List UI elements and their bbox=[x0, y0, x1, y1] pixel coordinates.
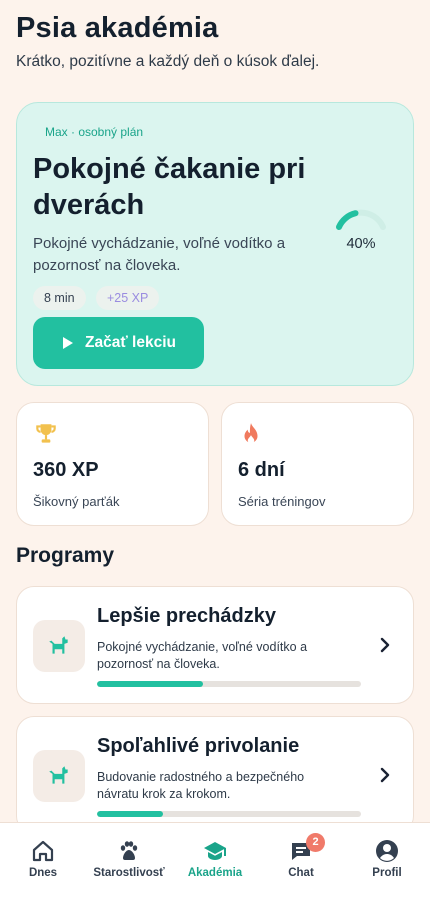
duration-chip: 8 min bbox=[33, 286, 86, 310]
chat-unread-badge: 2 bbox=[306, 833, 325, 852]
start-lesson-button[interactable]: Začať lekciu bbox=[33, 317, 204, 369]
progress-gauge bbox=[336, 209, 386, 230]
trophy-icon bbox=[36, 424, 56, 443]
program-card[interactable]: Lepšie prechádzky Pokojné vychádzanie, v… bbox=[16, 586, 414, 704]
chevron-right-icon bbox=[380, 637, 390, 653]
program-card[interactable]: Spoľahlivé privolanie Budovanie radostné… bbox=[16, 716, 414, 834]
program-icon-box bbox=[33, 750, 85, 802]
program-progress-track bbox=[97, 811, 361, 817]
play-icon bbox=[63, 337, 73, 349]
xp-stat-card: 360 XP Šikovný parťák bbox=[16, 402, 209, 526]
tab-dnes[interactable]: Dnes bbox=[0, 823, 86, 900]
tab-starostlivost[interactable]: Starostlivosť bbox=[86, 823, 172, 900]
tab-profil[interactable]: Profil bbox=[344, 823, 430, 900]
xp-label: Šikovný parťák bbox=[33, 494, 120, 509]
program-title: Lepšie prechádzky bbox=[97, 605, 276, 627]
hero-lesson-card: Max · osobný plán Pokojné čakanie pri dv… bbox=[16, 102, 414, 386]
program-progress-fill bbox=[97, 811, 163, 817]
paw-icon bbox=[120, 841, 138, 860]
tab-label: Chat bbox=[288, 867, 314, 879]
hero-title: Pokojné čakanie pri dverách bbox=[33, 153, 306, 221]
graduation-cap-icon bbox=[204, 842, 226, 860]
dog-icon bbox=[49, 636, 68, 654]
xp-value: 360 XP bbox=[33, 459, 99, 481]
page-title: Psia akadémia bbox=[16, 12, 219, 44]
tab-label: Akadémia bbox=[187, 867, 243, 879]
tab-label: Profil bbox=[372, 867, 402, 879]
programs-title: Programy bbox=[16, 544, 115, 567]
program-icon-box bbox=[33, 620, 85, 672]
program-description: Pokojné vychádzanie, voľné vodítko a poz… bbox=[97, 640, 308, 671]
progress-percent: 40% bbox=[346, 236, 376, 252]
home-icon bbox=[32, 840, 54, 862]
tab-akademia[interactable]: Akadémia bbox=[172, 823, 258, 900]
page-subtitle: Krátko, pozitívne a každý deň o kúsok ďa… bbox=[16, 53, 320, 70]
tab-label: Starostlivosť bbox=[93, 867, 165, 879]
start-lesson-label: Začať lekciu bbox=[85, 334, 177, 351]
streak-value: 6 dní bbox=[238, 459, 285, 481]
program-description: Budovanie radostného a bezpečného návrat… bbox=[97, 770, 305, 801]
fire-icon bbox=[244, 423, 258, 444]
dog-icon bbox=[49, 766, 68, 784]
bottom-tab-bar: Dnes Starostlivosť Akadémia 2 Chat Profi… bbox=[0, 822, 430, 900]
page-header: Psia akadémia Krátko, pozitívne a každý … bbox=[16, 12, 414, 71]
user-icon bbox=[376, 840, 398, 862]
xp-chip: +25 XP bbox=[96, 286, 160, 310]
chevron-right-icon bbox=[380, 767, 390, 783]
hero-kicker: Max · osobný plán bbox=[45, 125, 144, 139]
program-progress-fill bbox=[97, 681, 203, 687]
tab-label: Dnes bbox=[28, 867, 58, 879]
program-title: Spoľahlivé privolanie bbox=[97, 735, 300, 757]
hero-description: Pokojné vychádzanie, voľné vodítko a poz… bbox=[33, 235, 286, 274]
tab-chat[interactable]: 2 Chat bbox=[258, 823, 344, 900]
program-progress-track bbox=[97, 681, 361, 687]
streak-stat-card: 6 dní Séria tréningov bbox=[221, 402, 414, 526]
streak-label: Séria tréningov bbox=[238, 494, 326, 509]
